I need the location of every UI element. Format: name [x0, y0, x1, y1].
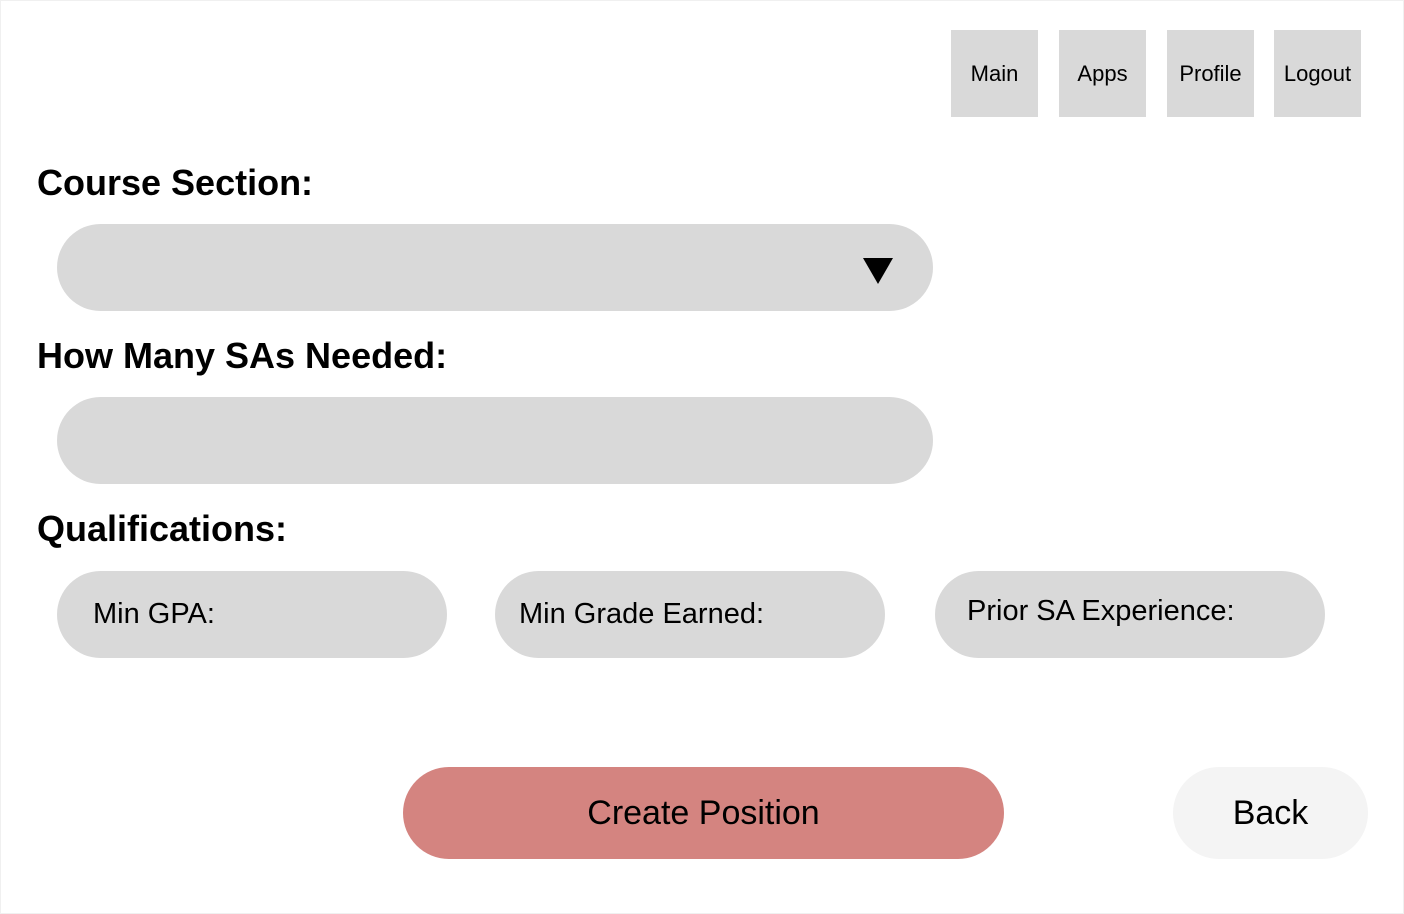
nav-logout-button[interactable]: Logout — [1274, 30, 1361, 117]
nav-main-button[interactable]: Main — [951, 30, 1038, 117]
qualifications-label: Qualifications: — [37, 508, 288, 549]
sas-needed-input[interactable] — [57, 397, 933, 484]
back-button[interactable]: Back — [1173, 767, 1368, 859]
min-gpa-field[interactable]: Min GPA: — [57, 571, 447, 658]
nav-apps-button[interactable]: Apps — [1059, 30, 1146, 117]
sas-needed-label: How Many SAs Needed: — [37, 335, 448, 376]
prior-experience-field[interactable]: Prior SA Experience: — [935, 571, 1325, 658]
create-position-button[interactable]: Create Position — [403, 767, 1004, 859]
nav-profile-button[interactable]: Profile — [1167, 30, 1254, 117]
page-frame: Main Apps Profile Logout Course Section:… — [0, 0, 1404, 914]
course-section-label: Course Section: — [37, 162, 314, 203]
sas-needed-field — [57, 397, 933, 484]
caret-down-icon[interactable] — [863, 258, 893, 284]
course-section-select[interactable] — [57, 224, 933, 311]
min-grade-field[interactable]: Min Grade Earned: — [495, 571, 885, 658]
